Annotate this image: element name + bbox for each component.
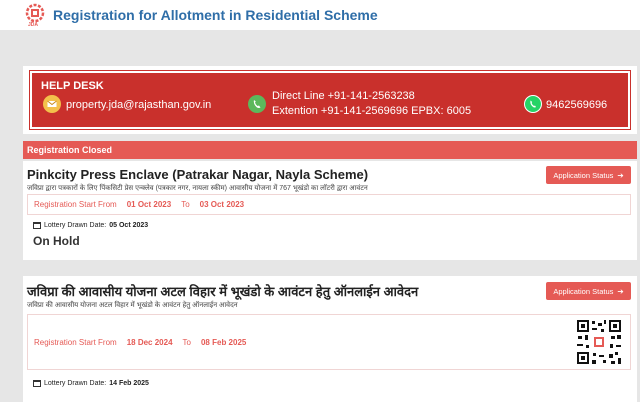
registration-period: Registration Start From 18 Dec 2024 To 0… (27, 314, 631, 370)
lottery-date: 14 Feb 2025 (109, 380, 149, 387)
lottery-label: Lottery Drawn Date: (44, 380, 107, 387)
page-title: Registration for Allotment in Residentia… (53, 7, 378, 23)
helpdesk-direct-line[interactable]: Direct Line +91-141-2563238 (272, 90, 415, 102)
application-status-button[interactable]: Application Status ➔ (546, 282, 631, 300)
helpdesk-box: HELP DESK property.jda@rajasthan.gov.in … (29, 70, 631, 130)
scheme-title[interactable]: Pinkcity Press Enclave (Patrakar Nagar, … (27, 167, 368, 182)
reg-to-date: 03 Oct 2023 (199, 200, 245, 209)
helpdesk-email-link[interactable]: property.jda@rajasthan.gov.in (66, 99, 211, 111)
scheme-subtitle: जविप्रा की आवासीय योजना अटल विहार में भू… (27, 302, 238, 309)
reg-from-date: 18 Dec 2024 (126, 337, 173, 347)
phone-icon (248, 95, 266, 113)
qr-code-icon[interactable] (575, 318, 623, 366)
helpdesk-whatsapp[interactable]: 9462569696 (546, 99, 607, 111)
reg-to-label: To (182, 337, 191, 347)
scheme-title[interactable]: जविप्रा की आवासीय योजना अटल विहार में भू… (27, 282, 418, 300)
calendar-icon (33, 222, 41, 229)
arrow-right-icon: ➔ (617, 286, 624, 296)
reg-from-date: 01 Oct 2023 (126, 200, 172, 209)
reg-to-label: To (181, 200, 190, 209)
application-status-label: Application Status (553, 286, 614, 296)
helpdesk-extension[interactable]: Extention +91-141-2569696 EPBX: 6005 (272, 105, 471, 117)
scheme-card: Pinkcity Press Enclave (Patrakar Nagar, … (23, 161, 637, 260)
lottery-date: 05 Oct 2023 (109, 222, 149, 229)
registration-period: Registration Start From 01 Oct 2023 To 0… (27, 194, 631, 215)
top-header: JDA Registration for Allotment in Reside… (0, 0, 640, 30)
application-status-button[interactable]: Application Status ➔ (546, 166, 631, 184)
email-icon (43, 95, 61, 113)
scheme-subtitle: जविप्रा द्वारा पत्रकारों के लिए पिंकसिटी… (27, 185, 368, 192)
calendar-icon (33, 380, 41, 387)
scheme-card: जविप्रा की आवासीय योजना अटल विहार में भू… (23, 276, 637, 402)
lottery-drawn-date: Lottery Drawn Date: 14 Feb 2025 (33, 380, 149, 387)
jda-logo-icon[interactable]: JDA (23, 3, 47, 28)
scheme-status: On Hold (33, 234, 80, 248)
application-status-label: Application Status (553, 170, 614, 180)
arrow-right-icon: ➔ (617, 170, 624, 180)
registration-closed-header: Registration Closed (23, 141, 637, 159)
helpdesk-title: HELP DESK (41, 80, 104, 92)
whatsapp-icon (524, 95, 542, 113)
helpdesk-panel: HELP DESK property.jda@rajasthan.gov.in … (23, 66, 637, 134)
lottery-label: Lottery Drawn Date: (44, 222, 107, 229)
reg-from-label: Registration Start From (34, 337, 117, 347)
reg-to-date: 08 Feb 2025 (200, 337, 247, 347)
reg-from-label: Registration Start From (34, 200, 117, 209)
lottery-drawn-date: Lottery Drawn Date: 05 Oct 2023 (33, 222, 148, 229)
logo-text: JDA (28, 22, 39, 28)
